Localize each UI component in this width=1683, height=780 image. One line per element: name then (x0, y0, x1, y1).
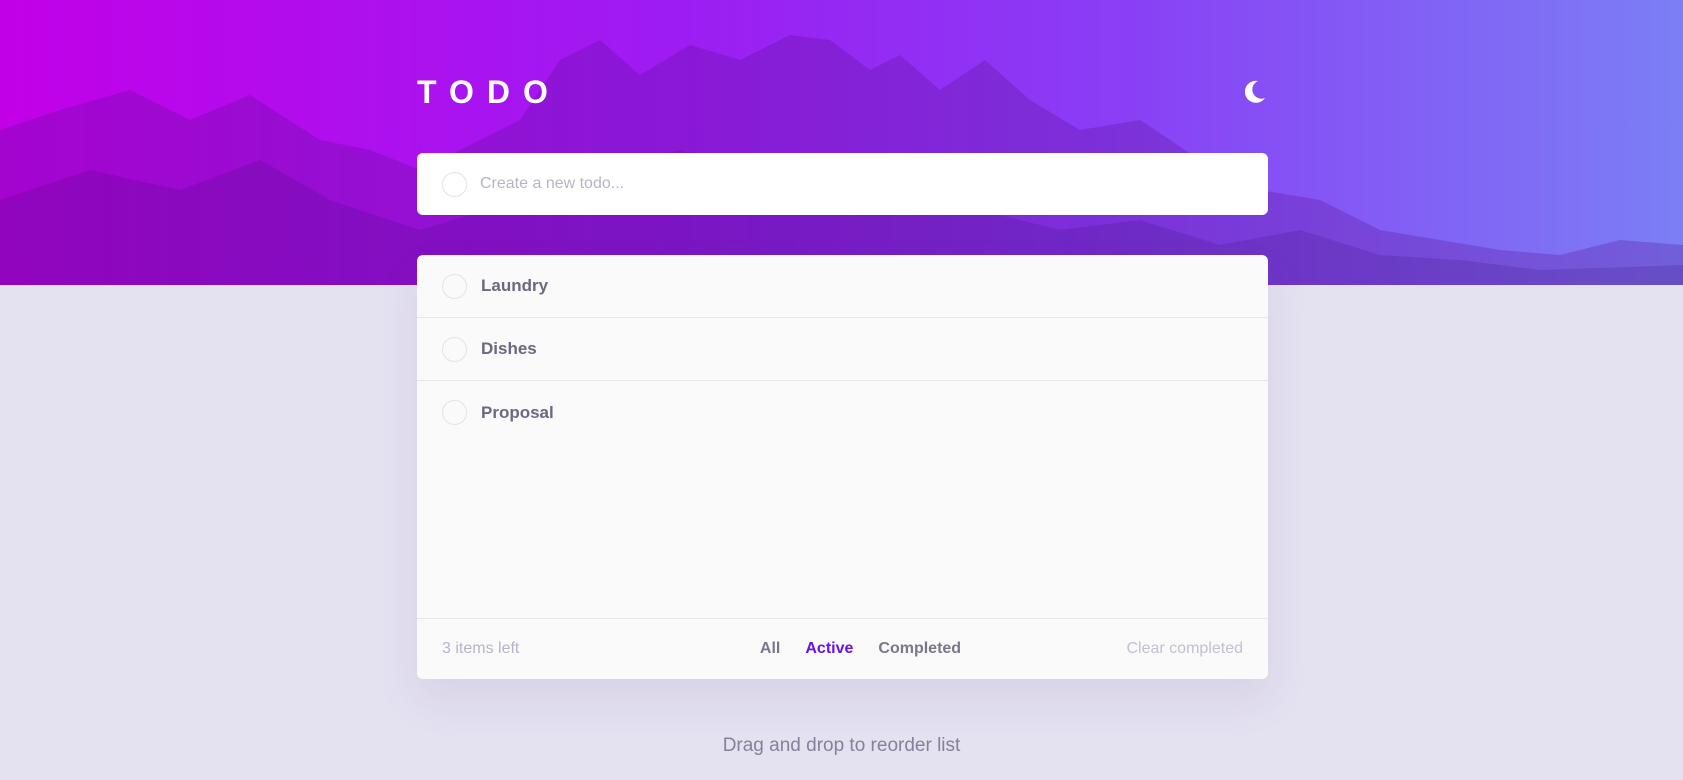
todo-check-circle[interactable] (442, 400, 467, 425)
filter-group: All Active Completed (760, 640, 961, 658)
todo-label: Laundry (481, 276, 549, 295)
todo-item[interactable]: Proposal (417, 381, 1268, 444)
clear-completed-button[interactable]: Clear completed (1083, 640, 1244, 658)
mountain-backdrop (0, 35, 1683, 285)
filter-all[interactable]: All (760, 640, 780, 658)
moon-icon[interactable] (1240, 78, 1268, 106)
items-left-count: 3 items left (442, 640, 520, 657)
todo-check-circle[interactable] (442, 336, 467, 362)
filter-completed[interactable]: Completed (878, 640, 961, 658)
todo-list: Laundry Dishes Proposal 3 items left All… (417, 255, 1268, 679)
todo-label: Dishes (481, 339, 537, 358)
drag-hint: Drag and drop to reorder list (722, 735, 961, 756)
todo-check-circle[interactable] (442, 273, 467, 299)
new-todo-bar (417, 153, 1268, 215)
todo-label: Proposal (481, 402, 554, 422)
app-header: TODO (417, 70, 1268, 114)
new-todo-check-circle[interactable] (442, 171, 467, 197)
header-background (0, 0, 1683, 285)
todo-item[interactable]: Dishes (417, 318, 1268, 381)
todo-item[interactable]: Laundry (417, 255, 1268, 318)
new-todo-input[interactable] (480, 175, 1240, 193)
todo-footer: 3 items left All Active Completed Clear … (417, 618, 1268, 679)
filter-active[interactable]: Active (805, 640, 853, 658)
app-title: TODO (417, 73, 561, 110)
